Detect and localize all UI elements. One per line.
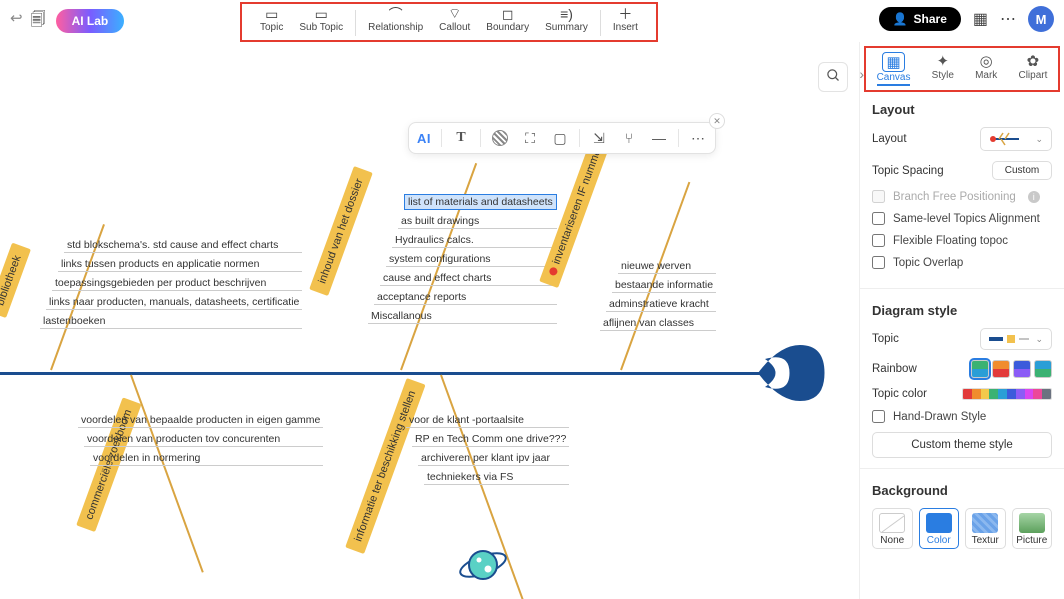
insert-button[interactable]: ＋Insert: [605, 6, 646, 33]
branch-free-checkbox: Branch Free Positioningi: [872, 190, 1052, 203]
fishbone-head: [758, 338, 828, 408]
toolbar-separator: [600, 10, 601, 36]
sub-item[interactable]: cause and effect charts: [380, 270, 557, 286]
rainbow-swatch[interactable]: [992, 360, 1010, 378]
sub-item[interactable]: Miscallanous: [368, 308, 557, 324]
right-panel: ▦Canvas ✦Style ◎Mark ✿Clipart Layout Lay…: [859, 42, 1064, 599]
layout-title: Layout: [872, 102, 1052, 117]
tab-mark[interactable]: ◎Mark: [971, 50, 1001, 88]
relationship-button[interactable]: ⌒Relationship: [360, 6, 431, 33]
custom-theme-button[interactable]: Custom theme style: [872, 432, 1052, 458]
floating-close-button[interactable]: ✕: [709, 113, 725, 129]
sub-item[interactable]: as built drawings: [398, 213, 557, 229]
layout-select[interactable]: ⌄: [980, 127, 1052, 151]
rainbow-label: Rainbow: [872, 363, 917, 375]
floating-branch-icon[interactable]: ⑂: [618, 127, 640, 149]
rainbow-swatch[interactable]: [971, 360, 989, 378]
sub-item[interactable]: voordelen in normering: [90, 450, 323, 466]
flexible-checkbox[interactable]: Flexible Floating topoc: [872, 234, 1052, 247]
sub-item[interactable]: aflijnen van classes: [600, 315, 716, 331]
main-toolbar: ▭Topic ▭Sub Topic ⌒Relationship ⌔Callout…: [240, 2, 658, 42]
subtopic-button[interactable]: ▭Sub Topic: [291, 6, 351, 33]
sub-item[interactable]: techniekers via FS: [424, 469, 569, 485]
toolbar-separator: [355, 10, 356, 36]
sub-item[interactable]: lastenboeken: [40, 313, 302, 329]
floating-share-icon[interactable]: ⇲: [588, 127, 610, 149]
search-icon: [826, 68, 841, 86]
bg-none[interactable]: None: [872, 508, 913, 549]
floating-more-icon[interactable]: ⋯: [687, 127, 709, 149]
diagram-style-title: Diagram style: [872, 303, 1052, 318]
avatar[interactable]: M: [1028, 6, 1054, 32]
apps-icon[interactable]: ▦: [973, 9, 988, 29]
more-icon[interactable]: ⋯: [1000, 9, 1016, 29]
person-icon: 👤: [893, 12, 908, 26]
sub-item-selected[interactable]: list of materials and datasheets: [404, 194, 557, 210]
background-title: Background: [872, 483, 1052, 498]
bg-picture[interactable]: Picture: [1012, 508, 1053, 549]
share-button[interactable]: 👤Share: [879, 7, 961, 31]
sub-item[interactable]: nieuwe werven: [618, 258, 716, 274]
floating-ai-button[interactable]: AI: [415, 127, 433, 149]
bone-inhoud[interactable]: inhoud van het dossier: [309, 166, 372, 296]
panel-tabs: ▦Canvas ✦Style ◎Mark ✿Clipart: [864, 46, 1060, 92]
topic-color-strip[interactable]: [962, 388, 1052, 400]
spacing-label: Topic Spacing: [872, 165, 944, 177]
sub-item[interactable]: adminstratieve kracht: [606, 296, 716, 312]
info-icon: i: [1028, 191, 1040, 203]
floating-text-button[interactable]: T: [450, 127, 472, 149]
sub-item[interactable]: voordelen van bepaalde producten in eige…: [78, 412, 323, 428]
topic-style-select[interactable]: ⌄: [980, 328, 1052, 350]
floating-shape-icon[interactable]: ▢: [549, 127, 571, 149]
redo-button[interactable]: 🗐: [31, 9, 46, 34]
ai-lab-button[interactable]: AI Lab: [56, 9, 125, 33]
marker-icon: [548, 266, 558, 276]
sub-item[interactable]: voor de klant -portaalsite: [406, 412, 569, 428]
same-level-checkbox[interactable]: Same-level Topics Alignment: [872, 212, 1052, 225]
sub-item[interactable]: links naar producten, manuals, datasheet…: [46, 294, 302, 310]
fishbone-spine: [0, 372, 760, 375]
boundary-button[interactable]: ◻Boundary: [478, 6, 537, 33]
sub-item[interactable]: Hydraulics calcs.: [392, 232, 557, 248]
sub-item[interactable]: system configurations: [386, 251, 557, 267]
topic-label: Topic: [872, 333, 899, 345]
bg-color[interactable]: Color: [919, 508, 960, 549]
callout-button[interactable]: ⌔Callout: [431, 6, 478, 33]
summary-button[interactable]: ≡)Summary: [537, 6, 596, 33]
hand-drawn-checkbox[interactable]: Hand-Drawn Style: [872, 410, 1052, 423]
panel-collapse-icon[interactable]: ›: [859, 66, 864, 82]
search-button[interactable]: [818, 62, 848, 92]
floating-crop-icon[interactable]: ⛶: [519, 127, 541, 149]
sub-item[interactable]: bestaande informatie: [612, 277, 716, 293]
tab-canvas[interactable]: ▦Canvas: [873, 50, 915, 88]
spacing-select[interactable]: Custom: [992, 161, 1052, 180]
bg-texture[interactable]: Textur: [965, 508, 1006, 549]
topic-color-label: Topic color: [872, 388, 927, 400]
topic-button[interactable]: ▭Topic: [252, 6, 291, 33]
planet-clipart[interactable]: [458, 540, 508, 590]
floating-toolbar: AI T ⛶ ▢ ⇲ ⑂ — ⋯ ✕: [408, 122, 716, 154]
tab-clipart[interactable]: ✿Clipart: [1014, 50, 1051, 88]
sub-item[interactable]: archiveren per klant ipv jaar: [418, 450, 569, 466]
sub-item[interactable]: std blokschema's. std cause and effect c…: [64, 237, 302, 253]
undo-button[interactable]: ↩: [10, 9, 23, 34]
chevron-down-icon: ⌄: [1035, 134, 1043, 145]
rainbow-swatches: [971, 360, 1052, 378]
rainbow-swatch[interactable]: [1013, 360, 1031, 378]
floating-line-icon[interactable]: —: [648, 127, 670, 149]
sub-item[interactable]: acceptance reports: [374, 289, 557, 305]
sub-item[interactable]: RP en Tech Comm one drive???: [412, 431, 569, 447]
tab-style[interactable]: ✦Style: [928, 50, 958, 88]
rainbow-swatch[interactable]: [1034, 360, 1052, 378]
layout-label: Layout: [872, 133, 907, 145]
bone-bibliotheek[interactable]: bibliotheek: [0, 243, 31, 318]
sub-item[interactable]: voordelen van producten tov concurenten: [84, 431, 323, 447]
floating-fill-icon[interactable]: [489, 127, 511, 149]
overlap-checkbox[interactable]: Topic Overlap: [872, 256, 1052, 269]
sub-item[interactable]: links tussen products en applicatie norm…: [58, 256, 302, 272]
sub-item[interactable]: toepassingsgebieden per product beschrij…: [52, 275, 302, 291]
